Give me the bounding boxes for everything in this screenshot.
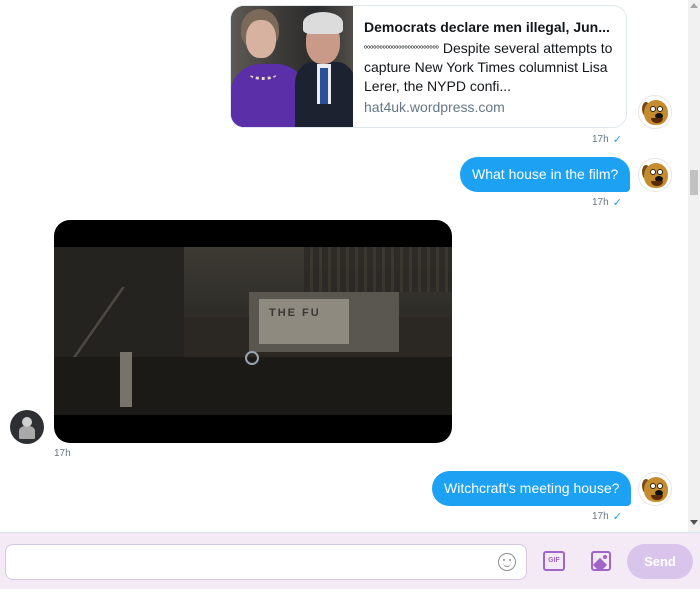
video-time: 17h xyxy=(54,448,71,459)
message-time: 17h xyxy=(592,197,609,208)
emoji-icon[interactable] xyxy=(498,553,516,571)
link-preview-card[interactable]: Democrats declare men illegal, Jun... ºº… xyxy=(230,5,627,128)
scroll-up-icon[interactable] xyxy=(690,3,698,8)
send-button[interactable]: Send xyxy=(627,544,693,579)
conversation-scrollbar[interactable] xyxy=(688,0,700,532)
image-icon[interactable] xyxy=(591,551,611,571)
message-time: 17h xyxy=(592,511,609,522)
loading-spinner-icon xyxy=(245,351,259,365)
video-frame: THE FU xyxy=(54,247,452,415)
message-input[interactable] xyxy=(5,544,527,580)
link-preview-body: Democrats declare men illegal, Jun... ºº… xyxy=(353,6,626,127)
check-icon: ✓ xyxy=(612,511,622,523)
video-meta: 17h xyxy=(54,448,71,459)
gif-icon[interactable]: GIF xyxy=(543,551,565,571)
link-preview-description: ºººººººººººººººººººººººº Despite several… xyxy=(364,39,616,96)
sender-avatar[interactable] xyxy=(638,158,672,192)
link-preview-title: Democrats declare men illegal, Jun... xyxy=(364,19,610,35)
link-preview-url: hat4uk.wordpress.com xyxy=(364,99,505,115)
video-player[interactable]: THE FU xyxy=(54,220,452,443)
message-meta: 17h ✓ xyxy=(592,196,622,209)
link-preview-circles: ºººººººººººººººººººººººº xyxy=(364,44,439,53)
conversation-panel: Democrats declare men illegal, Jun... ºº… xyxy=(0,0,688,532)
message-meta: 17h ✓ xyxy=(592,133,622,146)
scroll-thumb[interactable] xyxy=(690,170,698,195)
sender-avatar[interactable] xyxy=(638,95,672,129)
check-icon: ✓ xyxy=(612,197,622,209)
recipient-avatar[interactable] xyxy=(10,410,44,444)
message-meta: 17h ✓ xyxy=(592,510,622,523)
check-icon: ✓ xyxy=(612,134,622,146)
link-preview-image xyxy=(231,6,353,127)
message-time: 17h xyxy=(592,134,609,145)
scroll-down-icon[interactable] xyxy=(690,520,698,525)
sent-message-bubble[interactable]: What house in the film? xyxy=(460,157,631,192)
sent-message-bubble[interactable]: Witchcraft's meeting house? xyxy=(432,471,632,506)
video-sign-text: THE FU xyxy=(259,299,349,344)
sender-avatar[interactable] xyxy=(638,472,672,506)
